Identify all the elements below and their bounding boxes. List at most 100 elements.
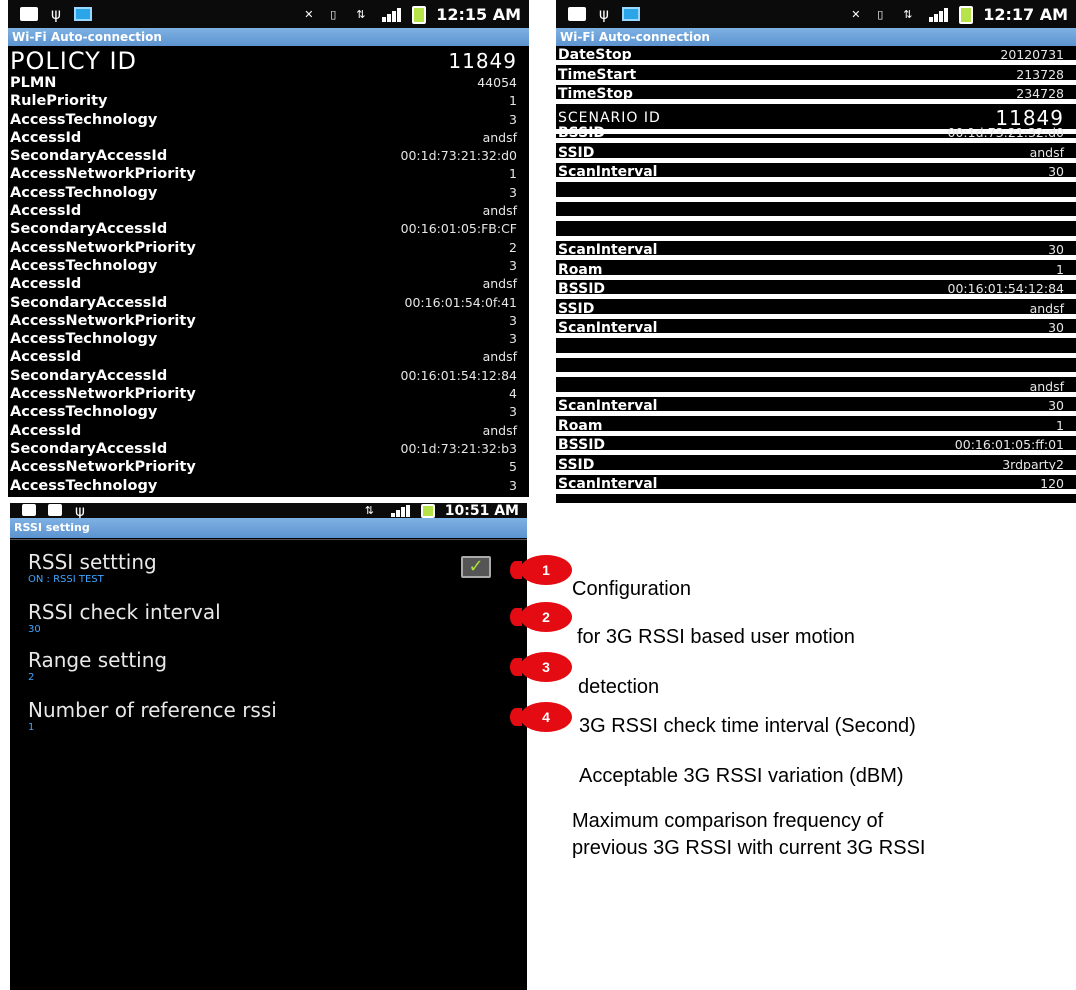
scan-artifact-stripe xyxy=(556,391,1076,397)
scan-artifact-stripe xyxy=(556,274,1076,280)
list-item: SecondaryAccessId 00:16:01:54:0f:41 xyxy=(8,294,529,312)
gallery-icon xyxy=(568,7,586,21)
list-item: AccessNetworkPriority 2 xyxy=(8,239,529,257)
annotation-text: for 3G RSSI based user motion xyxy=(577,626,855,648)
divider xyxy=(10,539,527,540)
setting-check-interval[interactable]: RSSI check interval 30 xyxy=(28,600,221,636)
list-item: AccessId andsf xyxy=(8,202,529,220)
list-item: RulePriority 1 xyxy=(8,92,529,110)
list-item: AccessTechnology 3 xyxy=(8,330,529,348)
list-item: AccessNetworkPriority 3 xyxy=(8,312,529,330)
scan-artifact-stripe xyxy=(556,255,1076,260)
item-value: andsf xyxy=(482,203,517,219)
scan-artifact-stripe xyxy=(556,99,1076,104)
list-item: ScanInterval 30 xyxy=(556,163,1076,183)
item-key: SecondaryAccessId xyxy=(10,440,168,457)
item-value: 3 xyxy=(509,331,517,347)
setting-summary: 30 xyxy=(28,624,41,635)
item-key: AccessTechnology xyxy=(10,257,158,274)
item-key: SecondaryAccessId xyxy=(10,294,168,311)
list-item: ScanInterval 30 xyxy=(556,397,1076,417)
item-key: AccessId xyxy=(10,349,82,366)
list-item: SSID andsf xyxy=(556,300,1076,320)
scan-artifact-stripe xyxy=(556,430,1076,436)
setting-summary: 1 xyxy=(28,722,35,733)
mute-icon: ✕ xyxy=(304,7,314,21)
setting-range[interactable]: Range setting 2 xyxy=(28,648,167,684)
item-value: 00:16:01:54:12:84 xyxy=(400,367,518,383)
setting-name: Range setting xyxy=(28,648,168,672)
scan-artifact-stripe xyxy=(556,411,1076,416)
list-item: AccessNetworkPriority 4 xyxy=(8,385,529,403)
item-key: SecondaryAccessId xyxy=(10,221,168,238)
item-key: AccessNetworkPriority xyxy=(10,166,196,183)
list-item: andsf xyxy=(556,378,1076,398)
item-value: andsf xyxy=(482,276,517,292)
item-value: 00:1d:73:21:32:b3 xyxy=(400,440,517,456)
callout-badge-3: 3 xyxy=(510,652,572,682)
setting-name: Number of reference rssi xyxy=(28,698,277,722)
list-item: BSSID 00:1d:73:21:32:d0 xyxy=(556,124,1076,144)
item-value: 3 xyxy=(509,257,517,273)
list-item: AccessTechnology 3 xyxy=(8,184,529,202)
setting-rssi[interactable]: RSSI settting ON : RSSI TEST xyxy=(28,550,157,586)
rssi-enabled-checkbox[interactable]: ✓ xyxy=(461,556,491,578)
network-type-icon: ⇅ xyxy=(364,504,374,517)
list-item xyxy=(556,222,1076,242)
usb-icon: ψ xyxy=(75,503,85,520)
list-item xyxy=(556,358,1076,378)
list-item: BSSID 00:16:01:54:12:84 xyxy=(556,280,1076,300)
scenario-screen: ψ ✕ ▯ ⇅ 12:17 AM Wi-Fi Auto-connection D… xyxy=(556,0,1076,503)
list-item: SecondaryAccessId 00:1d:73:21:32:d0 xyxy=(8,147,529,165)
item-key: AccessNetworkPriority xyxy=(10,312,196,329)
list-item: POLICY ID 11849 xyxy=(8,48,529,74)
item-value: 44054 xyxy=(477,75,517,90)
item-key: PLMN xyxy=(10,75,57,91)
wifi-app-icon xyxy=(74,7,92,21)
wifi-app-icon xyxy=(622,7,640,21)
status-clock: 12:15 AM xyxy=(436,5,521,24)
signal-icon xyxy=(382,7,402,22)
item-key: AccessTechnology xyxy=(10,111,158,128)
list-item: ScanInterval 120 xyxy=(556,475,1076,495)
list-item: TimeStart 213728 xyxy=(556,66,1076,86)
list-item: SecondaryAccessId 00:1d:73:21:32:b3 xyxy=(8,440,529,458)
callout-badge-1: 1 xyxy=(510,555,572,585)
battery-icon xyxy=(959,5,974,24)
setting-name: RSSI settting xyxy=(28,550,157,574)
list-item: Roam 1 xyxy=(556,417,1076,437)
list-item: Roam 1 xyxy=(556,261,1076,281)
list-item: BSSID 00:16:01:05:ff:01 xyxy=(556,436,1076,456)
item-key: AccessTechnology xyxy=(10,404,158,421)
battery-icon xyxy=(412,5,427,24)
item-value: 1 xyxy=(509,166,517,182)
scan-artifact-stripe xyxy=(556,313,1076,319)
screen-title: Wi-Fi Auto-connection xyxy=(556,28,1076,46)
item-key: RulePriority xyxy=(10,93,108,110)
list-item: AccessTechnology 3 xyxy=(8,403,529,421)
list-item: TimeStop 234728 xyxy=(556,85,1076,105)
setting-reference-rssi[interactable]: Number of reference rssi 1 xyxy=(28,698,277,734)
list-item: SCENARIO ID 11849 xyxy=(556,105,1076,134)
item-value: 3 xyxy=(509,312,517,328)
scan-artifact-stripe xyxy=(556,60,1076,65)
scan-artifact-stripe xyxy=(556,489,1076,494)
item-value: 11849 xyxy=(448,49,517,73)
screen-title: Wi-Fi Auto-connection xyxy=(8,28,529,46)
scan-artifact-stripe xyxy=(556,177,1076,182)
status-bar: ψ ⇅ 10:51 AM xyxy=(10,503,527,520)
status-clock: 10:51 AM xyxy=(444,503,519,519)
annotation-text: 3G RSSI check time interval (Second) xyxy=(579,715,916,737)
scan-artifact-stripe xyxy=(556,79,1076,85)
item-key: AccessId xyxy=(10,276,82,293)
status-bar: ψ ✕ ▯ ⇅ 12:15 AM xyxy=(8,0,529,28)
rssi-setting-screen: ψ ⇅ 10:51 AM RSSI setting RSSI settting … xyxy=(10,503,527,990)
item-value: 3 xyxy=(509,184,517,200)
scan-artifact-stripe xyxy=(556,138,1076,143)
item-key: SecondaryAccessId xyxy=(10,367,168,384)
scenario-list: DateStop 20120731 TimeStart 213728 TimeStop 2… xyxy=(556,46,1076,495)
network-type-icon: ⇅ xyxy=(356,7,366,21)
item-value: 3 xyxy=(509,404,517,420)
list-item: DateStop 20120731 xyxy=(556,46,1076,66)
vibrate-icon: ▯ xyxy=(330,7,337,21)
